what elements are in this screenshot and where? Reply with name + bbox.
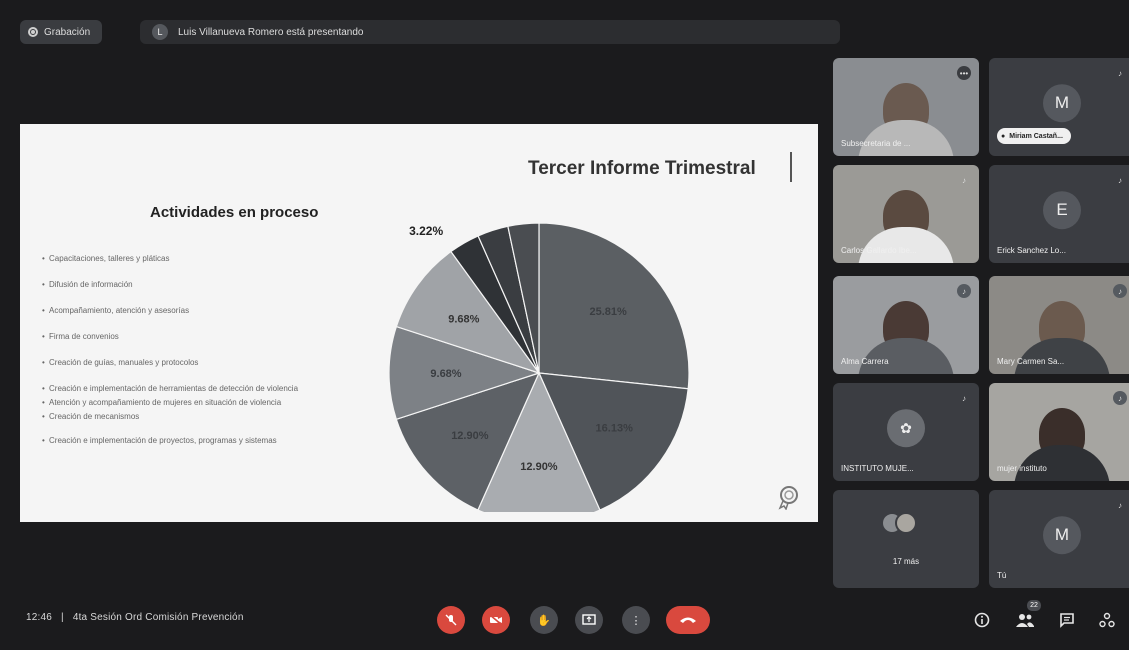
participant-tile[interactable]: ♪ Alma Carrera [833, 276, 979, 374]
slide-title: Tercer Informe Trimestral [528, 158, 756, 179]
camera-toggle-button[interactable] [482, 606, 510, 634]
people-button[interactable] [1015, 610, 1035, 630]
participant-name: Tú [997, 571, 1007, 580]
legend-item: Creación de mecanismos [42, 412, 302, 422]
chat-icon [1060, 613, 1074, 628]
participant-name: Carlos Gallardo Ibe... [841, 246, 917, 255]
activities-button[interactable] [1097, 610, 1117, 630]
participant-name: Miriam Castañ... [1009, 132, 1063, 140]
participant-name: INSTITUTO MUJE... [841, 464, 914, 473]
participant-tile[interactable]: ♪ mujer instituto [989, 383, 1129, 481]
self-tile[interactable]: ♪ M Tú [989, 490, 1129, 588]
participant-avatar: E [1043, 191, 1081, 230]
legend-item: Creación de guías, manuales y protocolos [42, 358, 302, 368]
more-options-button[interactable]: ⋮ [622, 606, 650, 634]
legend-item: Acompañamiento, atención y asesorías [42, 306, 302, 316]
more-participants-tile[interactable]: 17 más [833, 490, 979, 588]
meeting-info: 12:46 | 4ta Sesión Ord Comisión Prevenci… [26, 612, 244, 623]
meeting-time: 12:46 [26, 612, 53, 623]
legend-item: Creación e implementación de herramienta… [42, 384, 302, 394]
present-icon [582, 614, 596, 625]
present-screen-button[interactable] [575, 606, 603, 634]
participant-tile[interactable]: ♪ Carlos Gallardo Ibe... [833, 165, 979, 263]
mic-off-icon [445, 614, 457, 626]
recording-label: Grabación [44, 26, 91, 38]
slice-label: 12.90% [520, 461, 558, 473]
mic-off-icon: ♪ [962, 175, 966, 185]
hang-up-icon [680, 617, 696, 623]
participant-tile[interactable]: ♪ E Erick Sanchez Lo... [989, 165, 1129, 263]
award-icon [775, 484, 801, 511]
organization-logo-icon: ✿ [887, 409, 925, 448]
mic-off-icon: ♪ [1118, 68, 1122, 78]
participant-avatar: M [1043, 84, 1081, 123]
mic-off-icon: ♪ [957, 284, 971, 298]
microphone-toggle-button[interactable] [437, 606, 465, 634]
mic-off-icon: ♪ [1118, 500, 1122, 510]
separator: | [61, 612, 64, 623]
participant-avatar: M [1043, 516, 1081, 555]
camera-off-icon [489, 614, 503, 626]
participant-name-pill: ● Miriam Castañ... [997, 128, 1071, 144]
raise-hand-button[interactable]: ✋ [530, 606, 558, 634]
participant-name: Mary Carmen Sa... [997, 357, 1065, 366]
stacked-avatars [881, 512, 917, 534]
participant-tile[interactable]: ♪ ✿ INSTITUTO MUJE... [833, 383, 979, 481]
meeting-details-button[interactable] [972, 610, 992, 630]
mic-off-icon: ♪ [962, 393, 966, 403]
participant-name: mujer instituto [997, 464, 1047, 473]
slide-subtitle: Actividades en proceso [150, 204, 319, 221]
meeting-name: 4ta Sesión Ord Comisión Prevención [72, 612, 244, 623]
legend-item: Atención y acompañamiento de mujeres en … [42, 398, 302, 408]
activities-icon [1099, 612, 1115, 628]
info-icon [974, 612, 990, 628]
text-cursor [790, 152, 792, 182]
participant-name: Subsecretaria de ... [841, 139, 911, 148]
participant-name: Alma Carrera [841, 357, 889, 366]
legend-item: Creación e implementación de proyectos, … [42, 436, 302, 446]
legend-item: Capacitaciones, talleres y pláticas [42, 254, 302, 264]
hand-icon: ✋ [537, 614, 551, 627]
record-icon [28, 27, 38, 37]
presenter-avatar: L [152, 24, 168, 40]
slice-label: 9.68% [430, 368, 461, 380]
shared-screen: Tercer Informe Trimestral Actividades en… [20, 124, 818, 522]
legend-item: Difusión de información [42, 280, 302, 290]
participant-tile[interactable]: ♪ M ● Miriam Castañ... [989, 58, 1129, 156]
legend-item: Firma de convenios [42, 332, 302, 342]
participant-name: Erick Sanchez Lo... [997, 246, 1066, 255]
pie-chart: 25.81%16.13%12.90%12.90%9.68%9.68%3.22%3… [378, 191, 704, 522]
slice-label: 9.68% [448, 313, 479, 325]
more-options-icon[interactable]: ••• [957, 66, 971, 80]
people-icon [1016, 614, 1034, 627]
chat-button[interactable] [1057, 610, 1077, 630]
presenting-banner: L Luis Villanueva Romero está presentand… [140, 20, 840, 44]
slice-label: 3.22% [409, 224, 443, 238]
slice-label: 25.81% [589, 306, 627, 318]
mic-off-icon: ♪ [1113, 391, 1127, 405]
more-participants-label: 17 más [892, 557, 920, 566]
chart-legend: Capacitaciones, talleres y pláticas Difu… [42, 254, 302, 462]
more-vert-icon: ⋮ [630, 614, 642, 627]
mic-off-icon: ♪ [1118, 175, 1122, 185]
participant-tile[interactable]: ••• Subsecretaria de ... [833, 58, 979, 156]
recording-indicator[interactable]: Grabación [20, 20, 103, 44]
pie-chart-svg: 25.81%16.13%12.90%12.90%9.68%9.68%3.22%3… [388, 191, 690, 522]
participant-tile[interactable]: ♪ Mary Carmen Sa... [989, 276, 1129, 374]
presenting-text: Luis Villanueva Romero está presentando [178, 26, 364, 38]
leave-call-button[interactable] [666, 606, 710, 634]
slice-label: 12.90% [451, 430, 489, 442]
slice-label: 16.13% [596, 423, 634, 435]
pin-icon: ● [1001, 132, 1006, 140]
mic-off-icon: ♪ [1113, 284, 1127, 298]
